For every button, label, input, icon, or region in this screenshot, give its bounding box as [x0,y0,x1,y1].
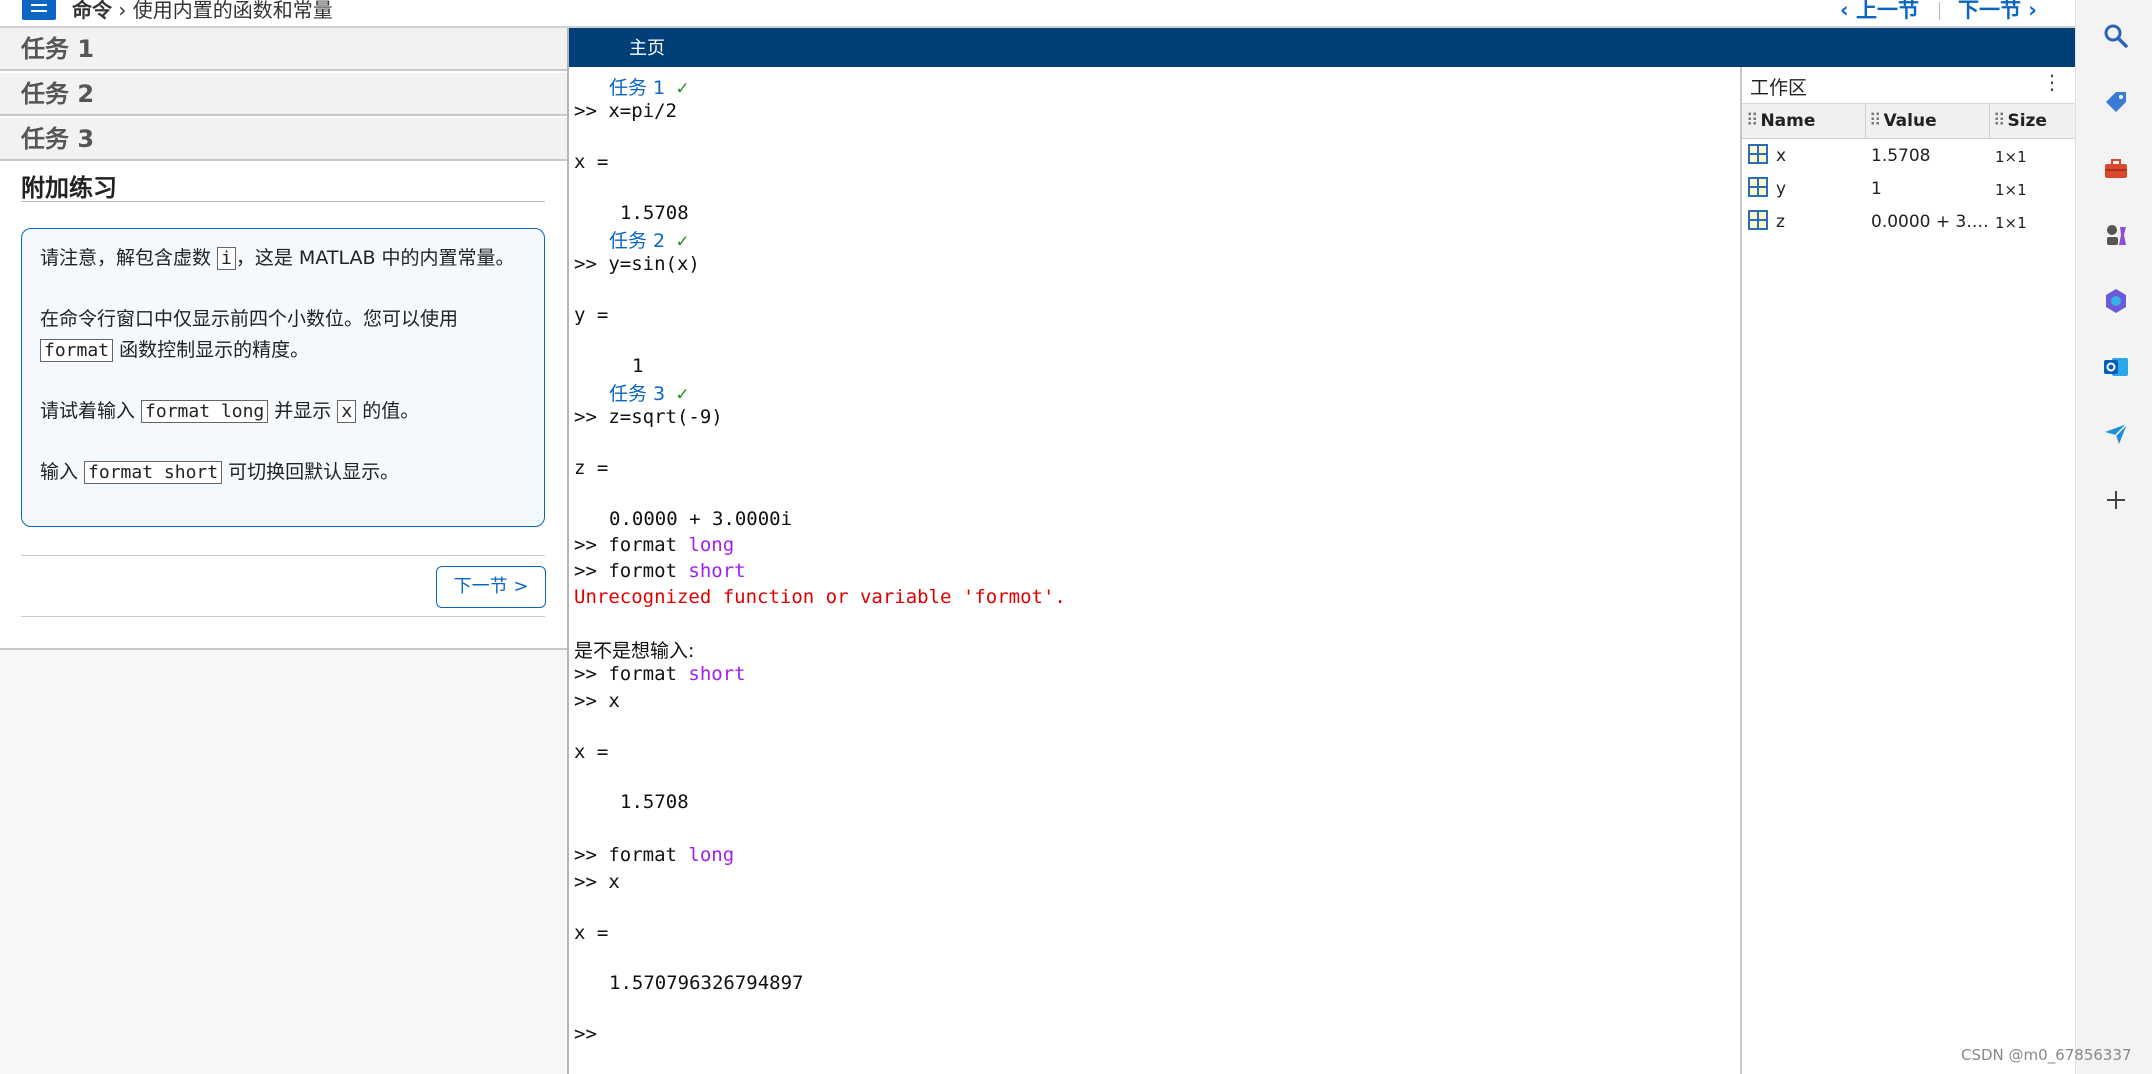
workspace-panel: 工作区 ⋮ ⠿ Name ⠿ Value ⠿ Size x 1.5708 1×1 y … [1742,67,2075,1074]
command-line: >> x [574,690,620,712]
output-value: 1.570796326794897 [609,972,804,994]
hint-box: 请注意，解包含虚数 i ，这是 MATLAB 中的内置常量。 在命令行窗口中仅显示… [21,228,545,527]
add-icon[interactable] [2102,486,2130,514]
command-line: >> z=sqrt(-9) [574,406,723,428]
output-name: x = [574,922,609,944]
more-options-icon[interactable]: ⋮ [2042,70,2062,94]
breadcrumb: 命令 › 使用内置的函数和常量 [72,0,333,23]
variable-row[interactable]: z 0.0000 + 3.… 1×1 [1742,206,2075,239]
column-value[interactable]: ⠿ Value [1869,104,1937,138]
output-value: 1.5708 [620,791,689,813]
hint-paragraph-4: 输入 format short 可切换回默认显示。 [40,461,400,484]
workspace-title: 工作区 [1750,77,1808,99]
browser-sidebar [2075,0,2152,1074]
output-name: y = [574,304,609,326]
variable-icon [1748,177,1768,197]
command-prompt[interactable]: >> [574,1023,597,1045]
command-line: >> format long [574,534,735,556]
search-icon[interactable] [2102,22,2130,50]
extra-practice-title: 附加练习 [21,174,117,202]
suggestion-label: 是不是想输入: [574,640,695,662]
suggested-command-link[interactable]: >> format short [574,663,746,685]
variable-icon [1748,144,1768,164]
output-name: x = [574,151,609,173]
check-icon: ✓ [676,383,689,405]
hint-paragraph-1: 请注意，解包含虚数 i ，这是 MATLAB 中的内置常量。 [40,247,515,270]
task-3-header[interactable]: 任务 3 [0,118,567,161]
watermark: CSDN @m0_67856337 [1961,1046,2132,1064]
divider [21,555,545,556]
check-icon: ✓ [676,230,689,252]
column-divider [1865,104,1866,138]
hint-paragraph-3: 请试着输入 format long 并显示 x 的值。 [40,400,420,423]
code-x: x [337,400,357,423]
next-section-button[interactable]: 下一节 > [436,566,546,608]
output-value: 0.0000 + 3.0000i [609,508,793,530]
output-name: x = [574,741,609,763]
next-section-link[interactable]: 下一节 › [1958,0,2037,24]
output-value: 1 [632,355,644,377]
error-message: Unrecognized function or variable 'formo… [574,586,1066,608]
tag-icon[interactable] [2102,88,2130,116]
instructions-panel: 任务 1 任务 2 任务 3 附加练习 请注意，解包含虚数 i ，这是 MATLA… [0,28,567,650]
tab-home[interactable]: 主页 [629,34,665,60]
task-3-marker: 任务 3 ✓ [609,383,689,405]
divider [21,201,545,202]
breadcrumb-section[interactable]: 命令 [72,0,112,22]
command-line: >> format long [574,844,735,866]
breadcrumb-page: 使用内置的函数和常量 [132,0,333,22]
outlook-icon[interactable] [2102,353,2130,381]
chess-icon[interactable] [2102,221,2130,249]
command-line: >> formot short [574,560,746,582]
code-format-long: format long [141,400,269,423]
top-bar: 命令 › 使用内置的函数和常量 ‹ 上一节 下一节 › [0,0,2075,28]
task-2-header[interactable]: 任务 2 [0,73,567,116]
variable-row[interactable]: x 1.5708 1×1 [1742,140,2075,173]
command-line: >> y=sin(x) [574,253,700,275]
task-2-marker: 任务 2 ✓ [609,230,689,252]
hint-paragraph-2: 在命令行窗口中仅显示前四个小数位。您可以使用 format 函数控制显示的精度。 [40,308,459,362]
divider [21,616,545,617]
tab-bar: 主页 [569,28,2075,67]
command-line: >> x [574,871,620,893]
column-size[interactable]: ⠿ Size [1993,104,2047,138]
toolbox-icon[interactable] [2102,155,2130,183]
breadcrumb-separator: › [118,0,127,22]
command-window[interactable]: 任务 1 ✓ >> x=pi/2 x = 1.5708 任务 2 ✓ >> y=… [569,67,1740,1074]
task-1-marker: 任务 1 ✓ [609,77,689,99]
workspace-header: ⠿ Name ⠿ Value ⠿ Size [1742,103,2075,139]
variable-row[interactable]: y 1 1×1 [1742,173,2075,206]
nav-divider [1939,2,1940,20]
output-value: 1.5708 [620,202,689,224]
code-i: i [217,247,236,270]
prev-section-link[interactable]: ‹ 上一节 [1840,0,1919,24]
code-format-short: format short [84,461,223,484]
copilot-icon[interactable] [2102,287,2130,315]
column-divider [1989,104,1990,138]
send-icon[interactable] [2102,420,2130,448]
command-line: >> x=pi/2 [574,100,677,122]
output-name: z = [574,457,609,479]
check-icon: ✓ [676,77,689,99]
variable-icon [1748,210,1768,230]
menu-button[interactable] [22,0,56,20]
code-format: format [40,339,114,362]
column-name[interactable]: ⠿ Name [1746,104,1815,138]
task-1-header[interactable]: 任务 1 [0,28,567,71]
